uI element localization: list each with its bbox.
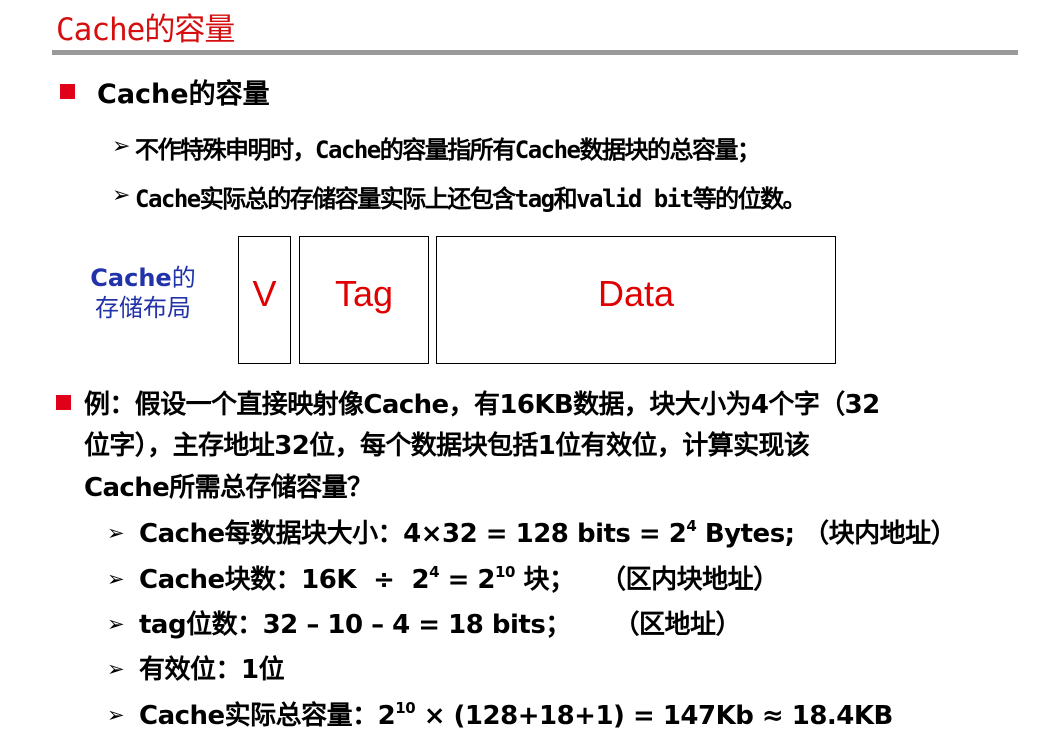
arrow-bullet-icon: ➢ [112,134,131,159]
square-bullet-icon [60,84,75,99]
field-data-box: Data [436,236,836,364]
storage-layout-caption: Cache的 存储布局 [80,263,206,323]
caption-layout: 存储布局 [95,294,191,322]
calc-tag-bits: ➢ tag位数：32 – 10 – 4 = 18 bits； （区地址） [107,610,742,640]
calc-total: ➢ Cache实际总容量：210 × (128+18+1) = 147Kb ≈ 1… [107,699,893,732]
arrow-bullet-icon: ➢ [107,657,125,681]
calc-block-size: ➢ Cache每数据块大小：4×32 = 128 bits = 24 Bytes;… [107,517,957,550]
arrow-bullet-icon: ➢ [107,567,125,591]
caption-cache: Cache [90,264,172,292]
sub-bullet-2: Cache实际总的存储容量实际上还包含tag和valid bit等的位数。 [135,185,807,213]
calc-valid-bit: ➢ 有效位：1位 [107,655,285,685]
field-tag-box: Tag [299,236,429,364]
arrow-bullet-icon: ➢ [107,703,125,727]
field-valid-label: V [252,273,277,314]
square-bullet-icon [56,395,71,410]
example-line-1: 例：假设一个直接映射像Cache，有16KB数据，块大小为4个字（32 [84,390,880,420]
field-data-label: Data [597,273,675,314]
title-divider [52,50,1018,55]
example-line-3: Cache所需总存储容量？ [84,473,373,503]
arrow-bullet-icon: ➢ [107,521,125,545]
field-tag-label: Tag [334,273,394,314]
bullet-heading: Cache的容量 [97,79,270,110]
field-valid-box: V [238,236,291,364]
arrow-bullet-icon: ➢ [107,612,125,636]
example-line-2: 位字），主存地址32位，每个数据块包括1位有效位，计算实现该 [84,431,810,461]
arrow-bullet-icon: ➢ [112,183,131,208]
page-title: Cache的容量 [56,12,235,48]
sub-bullet-1: 不作特殊申明时，Cache的容量指所有Cache数据块的总容量； [135,136,761,164]
calc-block-count: ➢ Cache块数：16K ÷ 24 = 210 块； （区内块地址） [107,563,779,596]
caption-de: 的 [171,264,196,292]
